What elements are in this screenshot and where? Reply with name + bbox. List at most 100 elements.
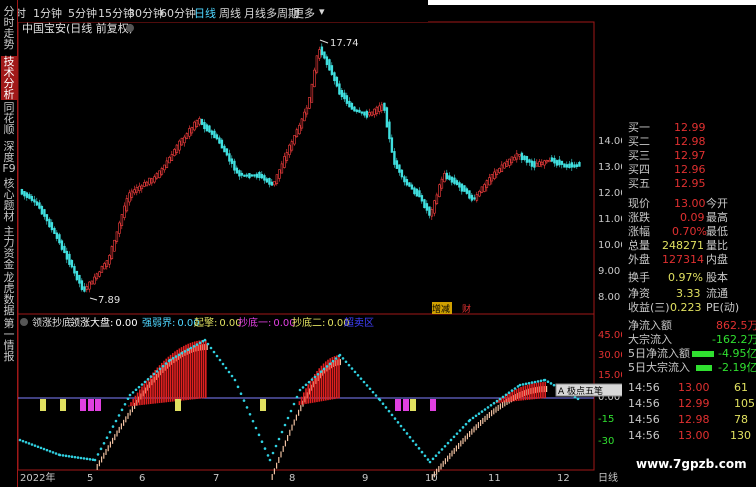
candle-body	[530, 160, 534, 167]
indicator-bar	[187, 343, 189, 400]
indicator-dot	[431, 457, 435, 461]
indicator-dot	[518, 383, 522, 387]
bid-row[interactable]: 买二 12.98	[622, 136, 756, 148]
bid-row[interactable]: 买一 12.99	[622, 122, 756, 134]
tab-weekly[interactable]: 周线	[219, 5, 241, 21]
indicator-bar	[305, 388, 307, 404]
indicator-bar-accent	[127, 412, 129, 419]
indicator-dot	[338, 353, 342, 357]
sidebar-item-technical[interactable]: 技术分析	[1, 56, 17, 100]
sidebar-item-theme[interactable]: 核心题材	[1, 178, 17, 222]
indicator-dot	[408, 435, 412, 439]
indicator-dot	[195, 343, 199, 346]
svg-text:8.00: 8.00	[598, 292, 620, 303]
sidebar-item-tonghuashun[interactable]: 同花顺	[1, 102, 17, 135]
event-label-cai[interactable]: 财	[462, 303, 471, 315]
indicator-dot	[18, 438, 22, 442]
candle-body	[453, 177, 456, 184]
candle-body	[143, 182, 146, 187]
candle-body	[265, 178, 269, 183]
candle-body	[65, 250, 69, 260]
tab-1min[interactable]: 1分钟	[33, 5, 62, 21]
indicator-dot	[105, 436, 109, 440]
indicator-dot	[374, 394, 378, 397]
candle-body	[358, 109, 361, 113]
sidebar-item-longhu[interactable]: 龙虎数据	[1, 272, 17, 316]
svg-text:2022年: 2022年	[20, 471, 55, 484]
candle-body	[573, 164, 576, 168]
sidebar-item-f9[interactable]: 深度F9	[1, 141, 17, 174]
candle-body	[25, 192, 29, 198]
indicator-bar	[183, 345, 185, 401]
indicator-bar	[145, 380, 148, 405]
bid-row[interactable]: 买四 12.96	[622, 164, 756, 176]
candle-body	[490, 174, 494, 182]
candle-body	[523, 155, 526, 160]
candle-body	[48, 218, 51, 228]
indicator-dot	[73, 455, 77, 459]
indicator-dot	[524, 382, 528, 386]
tab-60min[interactable]: 60分钟	[160, 5, 196, 21]
toolbar-strip	[428, 0, 756, 5]
bid-row[interactable]: 买五 12.95	[622, 178, 756, 190]
candle-body	[418, 190, 421, 198]
indicator-dot	[322, 367, 326, 371]
indicator-dot	[111, 425, 115, 428]
indicator-bar	[130, 402, 132, 407]
indicator-dot	[474, 414, 478, 418]
indicator-dot	[88, 457, 92, 461]
sidebar-item-timeshare[interactable]: 分时走势	[1, 6, 17, 50]
sidebar-item-intel[interactable]: 第一情报	[1, 318, 17, 362]
stat-row: 涨幅 0.70% 最低	[628, 225, 728, 238]
tab-30min[interactable]: 30分钟	[128, 5, 164, 21]
indicator-bar-accent	[298, 409, 300, 416]
candle-body	[278, 169, 281, 179]
tab-monthly[interactable]: 月线	[244, 5, 266, 21]
indicator-marker	[88, 399, 94, 411]
candle-body	[290, 141, 294, 151]
svg-text:6: 6	[139, 473, 145, 484]
indicator-dot	[513, 387, 517, 390]
indicator-bar-accent	[491, 410, 493, 417]
tab-daily[interactable]: 日线	[194, 5, 216, 21]
candle-body	[408, 182, 411, 187]
indicator-dot	[212, 350, 216, 354]
tab-5min[interactable]: 5分钟	[68, 5, 97, 21]
candle-body	[438, 184, 441, 198]
indicator-bar-accent	[120, 423, 122, 430]
indicator-dot	[221, 362, 225, 366]
candle-body	[188, 128, 191, 137]
indicator-bar-accent	[273, 468, 275, 475]
flow-row: 净流入额 862.5万	[628, 319, 756, 332]
chart-settings-icon[interactable]	[126, 24, 134, 32]
indicator-dot	[61, 454, 65, 457]
bid-row[interactable]: 买三 12.97	[622, 150, 756, 162]
indicator-bar	[511, 391, 513, 402]
candle-body	[538, 161, 541, 167]
candle-body	[245, 174, 249, 177]
indicator-dot	[76, 456, 80, 459]
candle-body	[468, 190, 471, 199]
candle-body	[133, 189, 136, 194]
candle-body	[55, 232, 59, 239]
indicator-settings-icon[interactable]	[20, 318, 28, 326]
candle-body	[253, 174, 256, 177]
indicator-bar-accent	[300, 405, 302, 412]
candle-body	[30, 195, 34, 201]
indicator-dot	[396, 421, 400, 424]
candle-body	[465, 188, 469, 194]
indicator-dot	[477, 412, 481, 416]
svg-text:-15: -15	[598, 414, 614, 425]
indicator-dot	[140, 383, 144, 386]
sidebar-item-funds[interactable]: 主力资金	[1, 226, 17, 270]
indicator-bar-accent	[484, 415, 486, 422]
candle-body	[560, 160, 564, 165]
tab-more[interactable]: 更多	[293, 5, 315, 21]
chevron-down-icon[interactable]: ▾	[319, 5, 325, 18]
indicator-dot	[99, 447, 103, 451]
stat-row: 收益(三) 0.223 PE(动)	[628, 301, 740, 314]
candle-body	[498, 168, 501, 173]
period-corner-label[interactable]: 日线	[598, 471, 618, 484]
indicator-bar-accent	[98, 460, 100, 467]
candle-body	[213, 130, 216, 139]
